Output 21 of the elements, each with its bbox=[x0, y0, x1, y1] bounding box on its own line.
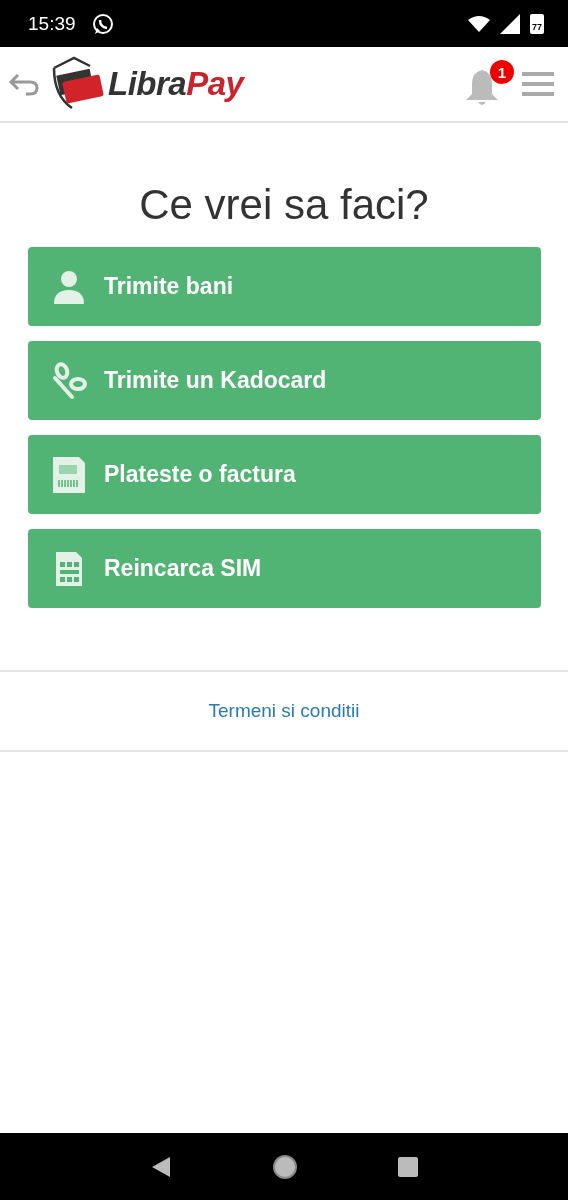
terms-link[interactable]: Termeni si conditii bbox=[208, 700, 360, 722]
action-button[interactable]: Reincarca SIM bbox=[28, 529, 541, 608]
shield-card-icon bbox=[50, 56, 106, 112]
action-button[interactable]: Trimite bani bbox=[28, 247, 541, 326]
invoice-icon bbox=[50, 455, 88, 494]
bell-icon[interactable] bbox=[464, 68, 500, 106]
recents-icon[interactable] bbox=[398, 1156, 418, 1177]
action-button[interactable]: Plateste o factura bbox=[28, 435, 541, 514]
chat-bubble-icon bbox=[91, 12, 114, 35]
logo-text: Libra bbox=[108, 65, 187, 103]
battery-icon: 77 bbox=[530, 13, 544, 34]
notification-badge: 1 bbox=[490, 60, 514, 84]
wifi-icon bbox=[468, 15, 490, 32]
back-icon[interactable] bbox=[150, 1155, 172, 1178]
home-icon[interactable] bbox=[272, 1153, 298, 1180]
signal-icon bbox=[500, 13, 520, 34]
action-button[interactable]: Trimite un Kadocard bbox=[28, 341, 541, 420]
page-heading: Ce vrei sa faci? bbox=[138, 181, 430, 229]
logo-text: Pay bbox=[186, 65, 244, 103]
clock: 15:39 bbox=[28, 12, 76, 35]
ribbon-icon bbox=[50, 361, 88, 400]
